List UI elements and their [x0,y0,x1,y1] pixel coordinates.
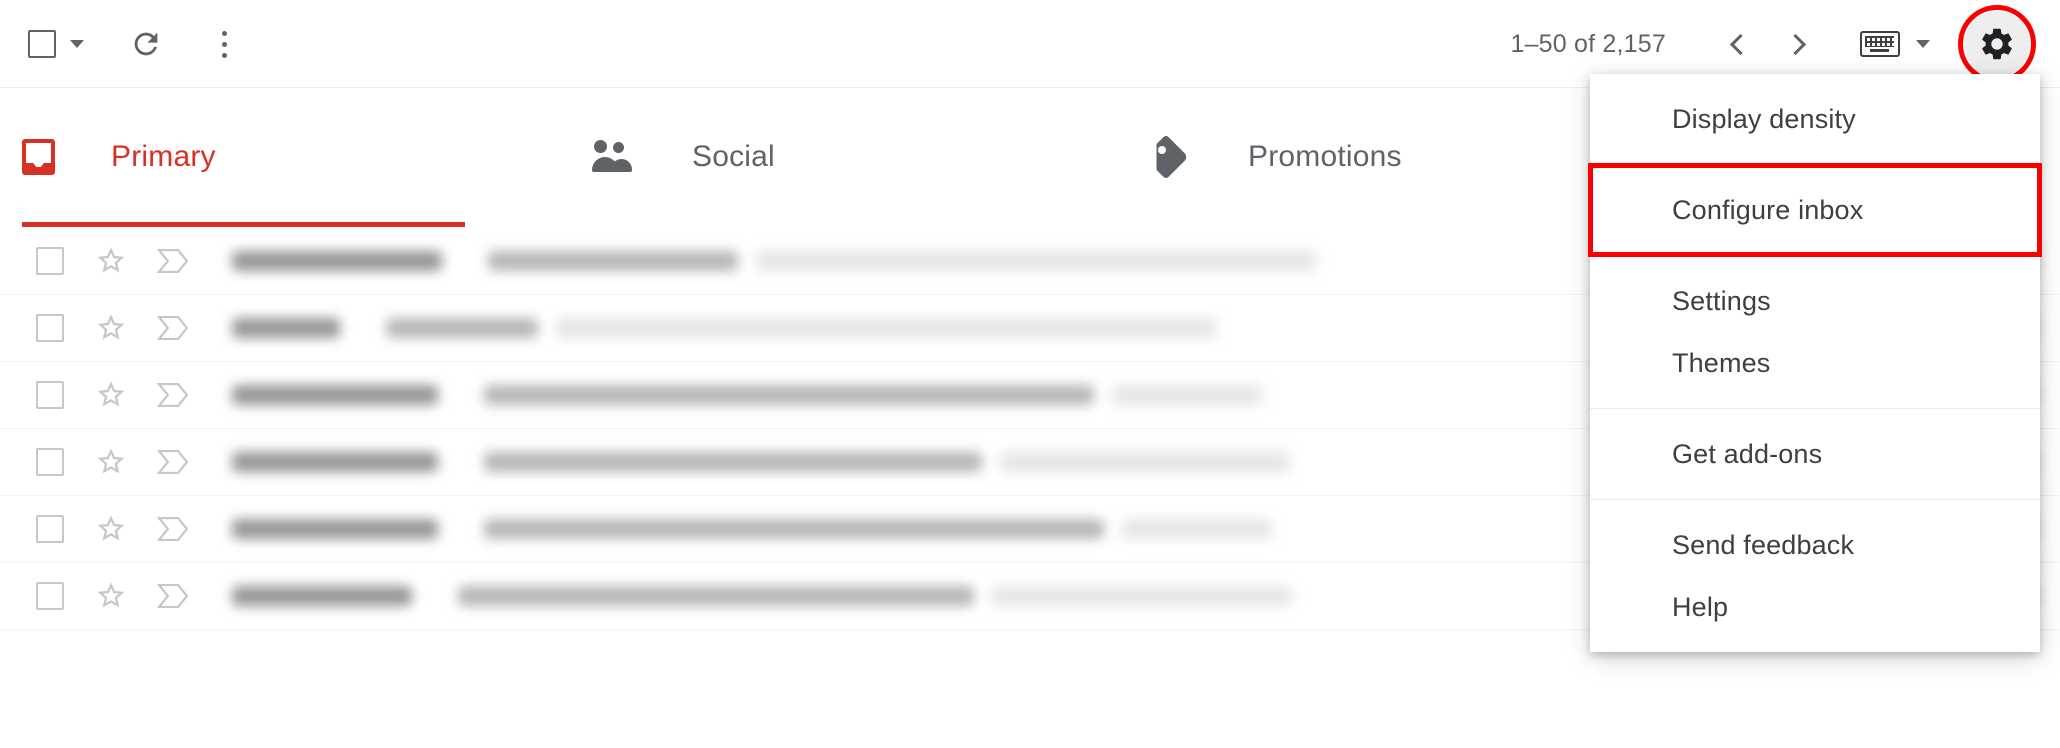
star-outline-icon[interactable] [94,512,128,546]
importance-marker-icon[interactable] [156,581,192,611]
email-snippet-redacted [1000,452,1290,472]
importance-marker-icon[interactable] [156,246,192,276]
email-sender-redacted [232,318,340,338]
email-subject-redacted [484,519,1104,539]
menu-item-settings[interactable]: Settings [1590,270,2040,332]
menu-item-themes[interactable]: Themes [1590,332,2040,394]
email-sender-redacted [232,586,412,606]
menu-item-help[interactable]: Help [1590,576,2040,638]
pagination-next-button[interactable] [1768,14,1828,74]
email-subject-redacted [386,318,538,338]
settings-dropdown-menu: Display density Configure inbox Settings Th… [1588,74,2042,652]
importance-marker-icon[interactable] [156,447,192,477]
tab-social-label: Social [692,140,775,173]
email-sender-redacted [232,385,438,405]
chevron-right-icon [1784,33,1807,55]
inbox-icon [22,139,55,175]
menu-item-send-feedback[interactable]: Send feedback [1590,514,2040,576]
select-all-control[interactable] [28,0,84,88]
email-snippet-redacted [1112,385,1262,405]
star-outline-icon[interactable] [94,579,128,613]
input-tools-chevron-down-icon[interactable] [1916,40,1930,48]
input-tools-control[interactable] [1860,31,1930,57]
more-vert-icon [221,30,227,58]
importance-marker-icon[interactable] [156,313,192,343]
tab-promotions[interactable]: Promotions [1150,88,1402,226]
email-subject-redacted [488,251,738,271]
refresh-button[interactable] [114,12,178,76]
email-subject-redacted [458,586,974,606]
gmail-inbox-screen: 1–50 of 2,157 Primary Social Promotions … [0,0,2060,748]
menu-group: Display density [1590,74,2040,164]
email-select-checkbox[interactable] [36,515,64,543]
star-outline-icon[interactable] [94,378,128,412]
email-sender-redacted [232,452,438,472]
gear-icon [1982,28,2012,60]
pagination-prev-button[interactable] [1708,14,1768,74]
email-sender-redacted [232,519,438,539]
menu-group-highlighted-annotation: Configure inbox [1588,163,2042,257]
star-outline-icon[interactable] [94,311,128,345]
settings-gear-button[interactable] [1958,5,2036,83]
tab-primary-label: Primary [111,140,216,173]
menu-item-get-add-ons[interactable]: Get add-ons [1590,423,2040,485]
menu-group: Get add-ons [1590,409,2040,499]
email-snippet-redacted [992,586,1292,606]
active-tab-indicator [22,222,465,227]
keyboard-icon [1860,31,1900,57]
email-select-checkbox[interactable] [36,381,64,409]
more-options-button[interactable] [192,12,256,76]
email-snippet-redacted [1122,519,1272,539]
menu-group: Settings Themes [1590,256,2040,408]
email-select-checkbox[interactable] [36,582,64,610]
toolbar-left-controls [28,0,256,88]
email-select-checkbox[interactable] [36,448,64,476]
refresh-icon [134,32,158,56]
select-all-checkbox[interactable] [28,30,56,58]
menu-group: Send feedback Help [1590,500,2040,652]
menu-item-configure-inbox[interactable]: Configure inbox [1590,179,2040,241]
tab-primary[interactable]: Primary [22,88,216,226]
star-outline-icon[interactable] [94,244,128,278]
email-snippet-redacted [756,251,1316,271]
tab-promotions-label: Promotions [1248,140,1402,173]
pagination-count: 1–50 of 2,157 [1510,29,1666,58]
email-sender-redacted [232,251,442,271]
tag-icon [1150,138,1192,176]
chevron-left-icon [1729,33,1752,55]
email-subject-redacted [484,385,1094,405]
people-icon [592,140,636,174]
email-snippet-redacted [556,318,1216,338]
importance-marker-icon[interactable] [156,380,192,410]
email-select-checkbox[interactable] [36,247,64,275]
email-select-checkbox[interactable] [36,314,64,342]
star-outline-icon[interactable] [94,445,128,479]
email-subject-redacted [484,452,982,472]
importance-marker-icon[interactable] [156,514,192,544]
select-all-chevron-down-icon[interactable] [70,40,84,48]
tab-social[interactable]: Social [592,88,775,226]
menu-item-display-density[interactable]: Display density [1590,88,2040,150]
